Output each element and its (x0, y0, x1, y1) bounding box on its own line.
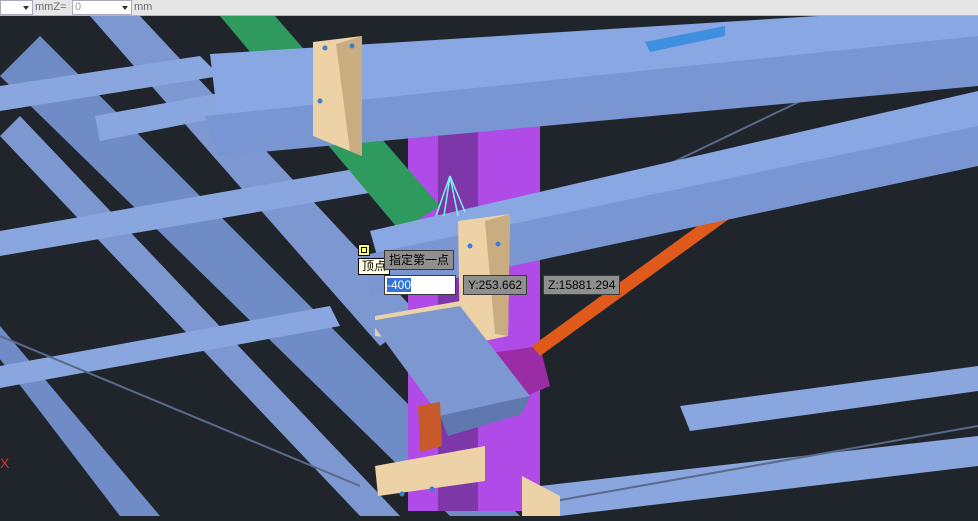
steel-structure-scene (0, 6, 978, 516)
mm-label: mm (134, 1, 153, 13)
x-coordinate-combo[interactable] (0, 0, 33, 15)
x-axis-indicator: X (0, 455, 10, 471)
chevron-down-icon[interactable] (122, 6, 128, 10)
z-coordinate-readout: Z:15881.294 (543, 275, 621, 295)
z-coordinate-combo[interactable]: 0 (72, 0, 132, 15)
x-value: -400 (387, 278, 412, 292)
command-prompt: 指定第一点 (384, 250, 455, 270)
z-value: 0 (75, 1, 82, 13)
mm-z-label: mmZ= (35, 1, 67, 13)
x-coordinate-input[interactable]: -400 (384, 275, 456, 295)
coordinate-toolbar: mmZ= 0 mm (0, 0, 978, 16)
y-coordinate-readout: Y:253.662 (463, 275, 528, 295)
3d-model-viewport[interactable] (0, 6, 978, 516)
vertex-snap-marker (358, 244, 370, 256)
chevron-down-icon[interactable] (23, 6, 29, 10)
